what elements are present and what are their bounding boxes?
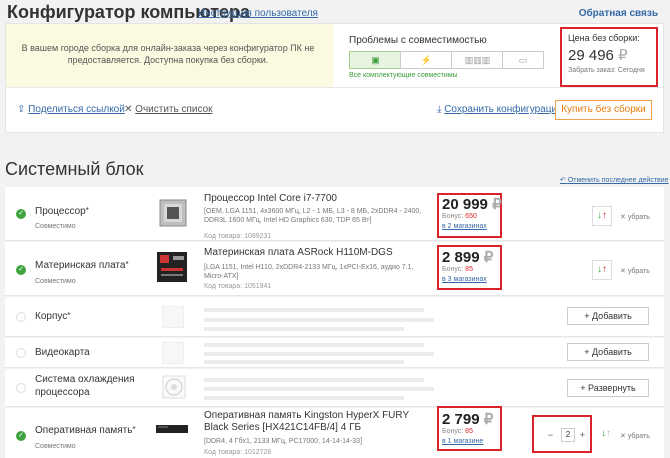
remove-link[interactable]: ✕ убрать bbox=[620, 267, 650, 275]
check-icon: ✓ bbox=[16, 265, 26, 275]
placeholder-image bbox=[162, 342, 184, 364]
category-motherboard: Материнская плата* bbox=[35, 260, 129, 271]
divider bbox=[6, 87, 663, 88]
remove-link[interactable]: ✕ убрать bbox=[620, 432, 650, 440]
section-title: Системный блок bbox=[5, 159, 144, 179]
share-link[interactable]: ⇪ Поделиться ссылкой bbox=[17, 104, 125, 115]
category-cooling: Система охлаждения процессора bbox=[35, 374, 135, 398]
placeholder-line bbox=[204, 343, 424, 347]
expand-cooling-button[interactable]: + Развернуть bbox=[567, 379, 649, 397]
clear-list-link[interactable]: ✕ Очистить список bbox=[124, 104, 213, 115]
quantity-increase-button[interactable]: + bbox=[577, 428, 588, 442]
ram-image[interactable] bbox=[156, 422, 188, 434]
compat-segment-memory[interactable]: ▥▥▥ bbox=[451, 51, 504, 69]
empty-check-icon bbox=[16, 312, 26, 322]
product-name[interactable]: Оперативная память Kingston HyperX FURY … bbox=[204, 410, 434, 434]
close-icon: ✕ bbox=[124, 104, 133, 115]
bonus: Бонус: 85 bbox=[442, 428, 473, 435]
save-config-link[interactable]: ⤓ Сохранить конфигурацию bbox=[437, 104, 565, 115]
product-code: Код товара: 1012728 bbox=[204, 449, 272, 456]
stores-link[interactable]: в 2 магазинах bbox=[442, 223, 487, 230]
stores-link[interactable]: в 1 магазине bbox=[442, 438, 483, 445]
sort-arrows-icon[interactable]: ↓↑ bbox=[592, 260, 612, 280]
category-case: Корпус* bbox=[35, 311, 71, 322]
undo-link[interactable]: ↶ Отменить последнее действие bbox=[560, 176, 669, 184]
cooler-image bbox=[162, 375, 186, 399]
product-name[interactable]: Процессор Intel Core i7-7700 bbox=[204, 193, 434, 205]
placeholder-line bbox=[204, 352, 434, 356]
memory-icon: ▥▥▥ bbox=[464, 55, 491, 65]
row-case bbox=[5, 297, 664, 337]
placeholder-line bbox=[204, 387, 434, 391]
pickup-info: Забрать заказ: Сегодня bbox=[568, 67, 645, 74]
item-price: 2 799 ₽ bbox=[442, 411, 494, 428]
item-price: 2 899 ₽ bbox=[442, 249, 494, 266]
compatibility-status: Все комплектующие совместимы bbox=[349, 72, 458, 79]
category-cpu: Процессор* bbox=[35, 206, 89, 217]
sort-arrows-icon[interactable]: ↓↑ bbox=[592, 206, 612, 226]
check-icon: ✓ bbox=[16, 431, 26, 441]
compat-segment-storage[interactable]: ▭ bbox=[502, 51, 544, 69]
compatibility-title: Проблемы с совместимостью bbox=[349, 35, 487, 46]
storage-icon: ▭ bbox=[518, 55, 528, 65]
placeholder-image bbox=[162, 306, 184, 328]
quantity-value[interactable]: 2 bbox=[561, 428, 575, 442]
bonus: Бонус: 85 bbox=[442, 266, 473, 273]
placeholder-line bbox=[204, 308, 424, 312]
placeholder-line bbox=[204, 318, 434, 322]
compat-status: Совместимо bbox=[35, 223, 76, 230]
empty-check-icon bbox=[16, 383, 26, 393]
quantity-decrease-button[interactable]: − bbox=[545, 428, 556, 442]
total-price: 29 496 ₽ bbox=[568, 47, 628, 64]
empty-check-icon bbox=[16, 348, 26, 358]
placeholder-line bbox=[204, 396, 404, 400]
product-code: Код товара: 1089231 bbox=[204, 233, 272, 240]
product-name[interactable]: Материнская плата ASRock H110M-DGS bbox=[204, 247, 434, 259]
item-price: 20 999 ₽ bbox=[442, 196, 502, 213]
download-icon: ⤓ bbox=[437, 104, 442, 115]
category-ram: Оперативная память* bbox=[35, 425, 136, 436]
share-icon: ⇪ bbox=[17, 104, 26, 115]
compat-segment-motherboard[interactable]: ▣ bbox=[349, 51, 402, 69]
check-icon: ✓ bbox=[16, 209, 26, 219]
product-spec: [LGA 1151, Intel H110, 2xDDR4-2133 МГц, … bbox=[204, 264, 414, 280]
compat-segment-power[interactable]: ⚡ bbox=[400, 51, 453, 69]
placeholder-line bbox=[204, 378, 424, 382]
product-spec: [DDR4, 4 Гбx1, 2133 МГц, PC17000, 14-14-… bbox=[204, 438, 363, 445]
cpu-image[interactable] bbox=[158, 197, 188, 229]
product-code: Код товара: 1051941 bbox=[204, 283, 272, 290]
add-case-button[interactable]: + Добавить bbox=[567, 307, 649, 325]
remove-link[interactable]: ✕ убрать bbox=[620, 213, 650, 221]
assembly-notice-text: В вашем городе сборка для онлайн-заказа … bbox=[21, 43, 315, 65]
power-icon: ⚡ bbox=[420, 55, 433, 65]
feedback-link[interactable]: Обратная связь bbox=[579, 8, 658, 19]
compat-status: Совместимо bbox=[35, 443, 76, 450]
user-guide-link[interactable]: Инструкция пользователя bbox=[198, 8, 318, 19]
compat-status: Совместимо bbox=[35, 278, 76, 285]
motherboard-icon: ▣ bbox=[371, 55, 380, 65]
add-gpu-button[interactable]: + Добавить bbox=[567, 343, 649, 361]
total-price-label: Цена без сборки: bbox=[568, 33, 640, 43]
bonus: Бонус: 650 bbox=[442, 213, 477, 220]
product-spec: [OEM, LGA 1151, 4x3600 МГц, L2 - 1 МБ, L… bbox=[204, 208, 422, 224]
placeholder-line bbox=[204, 360, 404, 364]
undo-icon: ↶ bbox=[560, 177, 566, 184]
placeholder-line bbox=[204, 327, 404, 331]
category-gpu: Видеокарта bbox=[35, 347, 90, 358]
stores-link[interactable]: в 3 магазинах bbox=[442, 276, 487, 283]
motherboard-image[interactable] bbox=[156, 250, 188, 284]
buy-without-assembly-button[interactable]: Купить без сборки bbox=[555, 100, 652, 120]
sort-arrows-icon[interactable]: ↓↑ bbox=[596, 425, 616, 445]
